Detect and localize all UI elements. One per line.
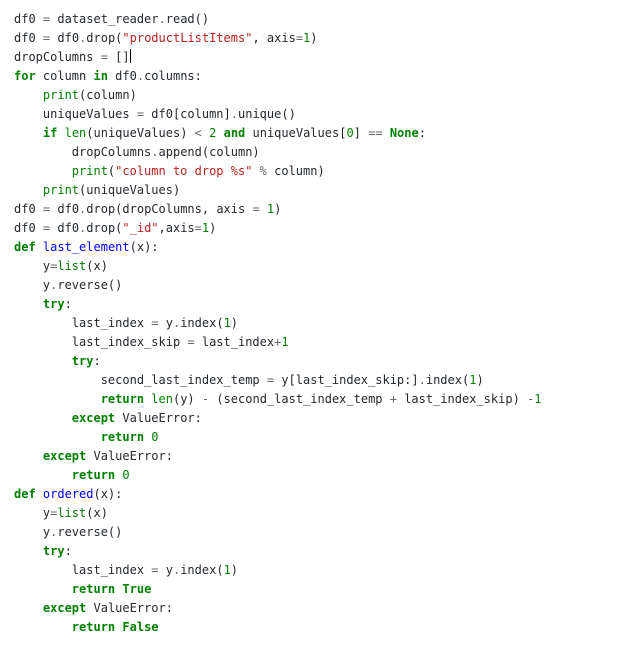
code-line: df0 = df0.drop(dropColumns, axis = 1) [14, 202, 281, 216]
code-line: df0 = df0.drop("productListItems", axis=… [14, 31, 318, 45]
code-line: last_index = y.index(1) [14, 316, 238, 330]
code-line: uniqueValues = df0[column].unique() [14, 107, 296, 121]
code-line: y=list(x) [14, 506, 108, 520]
code-line: return False [14, 620, 159, 634]
code-line: except ValueError: [14, 411, 202, 425]
code-line: if len(uniqueValues) < 2 and uniqueValue… [14, 126, 426, 140]
code-line: second_last_index_temp = y[last_index_sk… [14, 373, 484, 387]
code-line: dropColumns = [] [14, 50, 131, 64]
code-line: print(uniqueValues) [14, 183, 180, 197]
code-line: try: [14, 544, 72, 558]
code-line: y.reverse() [14, 525, 122, 539]
code-line: return len(y) - (second_last_index_temp … [14, 392, 542, 406]
code-line: try: [14, 297, 72, 311]
code-line: def ordered(x): [14, 487, 122, 501]
code-line: except ValueError: [14, 601, 173, 615]
code-line: except ValueError: [14, 449, 173, 463]
code-line: try: [14, 354, 101, 368]
code-line: return True [14, 582, 151, 596]
code-line: y.reverse() [14, 278, 122, 292]
text-cursor [130, 49, 131, 63]
code-line: dropColumns.append(column) [14, 145, 260, 159]
code-line: return 0 [14, 468, 130, 482]
code-line: print(column) [14, 88, 137, 102]
code-line: return 0 [14, 430, 159, 444]
code-line: for column in df0.columns: [14, 69, 202, 83]
code-line: last_index = y.index(1) [14, 563, 238, 577]
code-line: last_index_skip = last_index+1 [14, 335, 289, 349]
code-line: y=list(x) [14, 259, 108, 273]
code-line: print("column to drop %s" % column) [14, 164, 325, 178]
code-line: df0 = df0.drop("_id",axis=1) [14, 221, 216, 235]
code-line: df0 = dataset_reader.read() [14, 12, 209, 26]
code-block: df0 = dataset_reader.read() df0 = df0.dr… [0, 0, 644, 647]
code-line: def last_element(x): [14, 240, 159, 254]
